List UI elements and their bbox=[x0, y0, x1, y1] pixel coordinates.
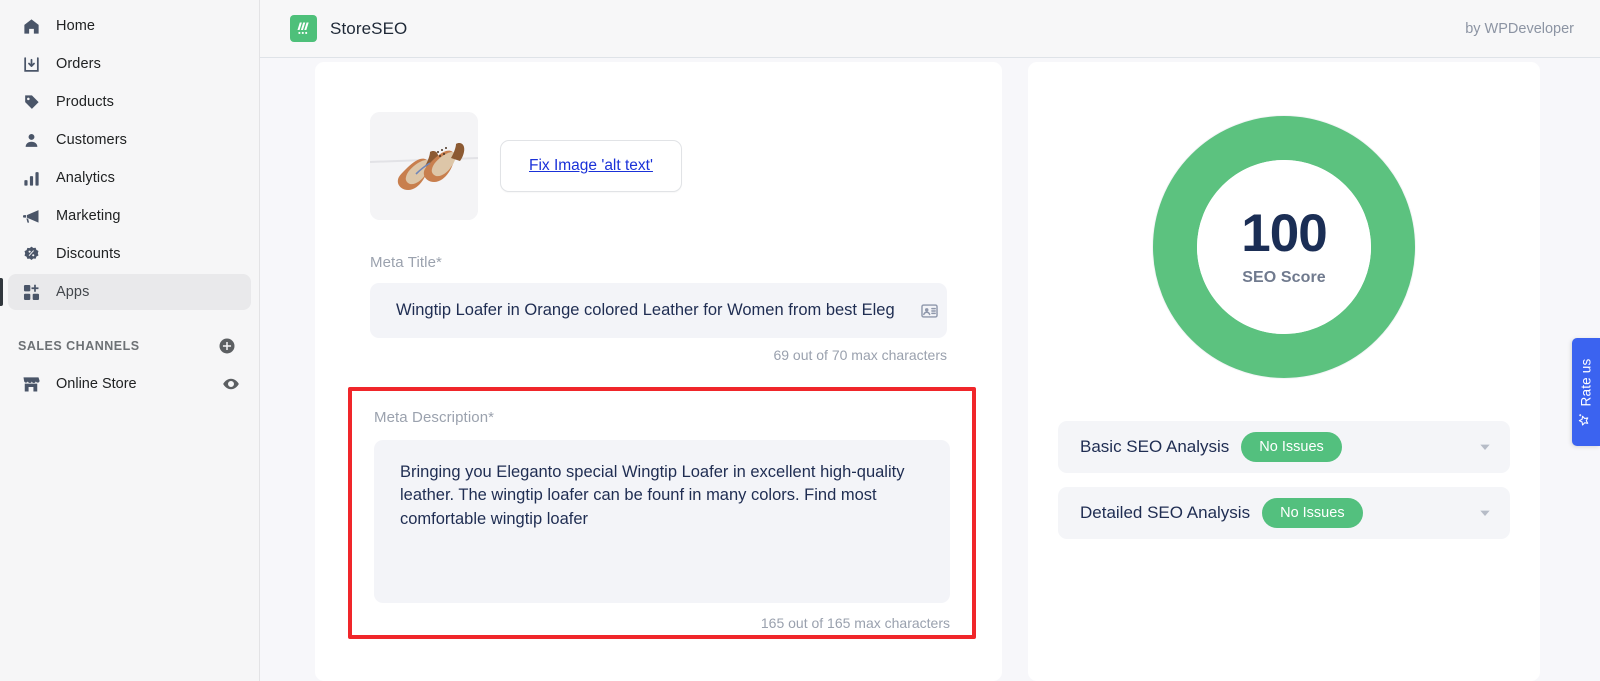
plus-circle-icon[interactable] bbox=[217, 336, 237, 356]
marketing-icon bbox=[18, 205, 44, 227]
products-icon bbox=[18, 91, 44, 113]
chevron-down-icon[interactable] bbox=[1476, 504, 1494, 522]
analysis-title: Basic SEO Analysis bbox=[1080, 437, 1230, 456]
sidebar-item-label: Orders bbox=[56, 56, 101, 72]
app-title: StoreSEO bbox=[330, 18, 408, 38]
meta-title-label: Meta Title* bbox=[370, 254, 442, 271]
content-area: Fix Image 'alt text' Meta Title* Wingtip… bbox=[260, 58, 1600, 681]
seo-score-card: 100 SEO Score Basic SEO Analysis No Issu… bbox=[1028, 62, 1540, 681]
basic-seo-analysis-row[interactable]: Basic SEO Analysis No Issues bbox=[1058, 421, 1510, 473]
analysis-title: Detailed SEO Analysis bbox=[1080, 503, 1251, 522]
meta-title-field-wrap: Wingtip Loafer in Orange colored Leather… bbox=[370, 283, 947, 338]
app-attribution: by WPDeveloper bbox=[1465, 20, 1574, 37]
analytics-icon bbox=[18, 167, 44, 189]
sales-channels-header: SALES CHANNELS bbox=[18, 336, 237, 356]
sidebar-item-label: Marketing bbox=[56, 208, 121, 224]
seo-score-center: 100 SEO Score bbox=[1197, 160, 1371, 334]
app-topbar: StoreSEO by WPDeveloper bbox=[260, 0, 1600, 58]
product-thumbnail bbox=[370, 112, 478, 220]
sidebar-item-label: Analytics bbox=[56, 170, 115, 186]
apps-icon bbox=[18, 281, 44, 303]
fix-alt-text-button[interactable]: Fix Image 'alt text' bbox=[500, 140, 682, 192]
discounts-icon bbox=[18, 243, 44, 265]
meta-title-input[interactable]: Wingtip Loafer in Orange colored Leather… bbox=[370, 283, 947, 338]
seo-score-label: SEO Score bbox=[1242, 269, 1326, 286]
meta-description-counter: 165 out of 165 max characters bbox=[760, 615, 950, 631]
orders-icon bbox=[18, 53, 44, 75]
meta-description-label: Meta Description* bbox=[374, 409, 495, 426]
seo-score-value: 100 bbox=[1241, 204, 1327, 263]
chevron-down-icon[interactable] bbox=[1476, 438, 1494, 456]
storeseo-logo-icon bbox=[290, 15, 317, 42]
meta-description-textarea[interactable]: Bringing you Eleganto special Wingtip Lo… bbox=[374, 440, 950, 603]
sidebar-item-label: Discounts bbox=[56, 246, 121, 262]
home-icon bbox=[18, 15, 44, 37]
sidebar-item-analytics[interactable]: Analytics bbox=[8, 160, 251, 196]
sidebar: Home Orders Products Customers Analytics bbox=[0, 0, 260, 681]
seo-analysis-list: Basic SEO Analysis No Issues Detailed SE… bbox=[1058, 421, 1510, 539]
meta-description-field-wrap: Bringing you Eleganto special Wingtip Lo… bbox=[374, 440, 950, 603]
rate-us-inner: Rate us bbox=[1578, 358, 1595, 426]
sidebar-item-online-store[interactable]: Online Store bbox=[8, 366, 251, 402]
sidebar-item-discounts[interactable]: Discounts bbox=[8, 236, 251, 272]
sidebar-item-label: Home bbox=[56, 18, 96, 34]
sales-channels-title: SALES CHANNELS bbox=[18, 339, 140, 353]
sidebar-item-products[interactable]: Products bbox=[8, 84, 251, 120]
seo-score-area: 100 SEO Score bbox=[1028, 62, 1540, 379]
product-image-row: Fix Image 'alt text' bbox=[315, 112, 1002, 220]
seo-edit-card: Fix Image 'alt text' Meta Title* Wingtip… bbox=[315, 62, 1002, 681]
sidebar-item-apps[interactable]: Apps bbox=[0, 274, 251, 310]
seo-score-ring: 100 SEO Score bbox=[1152, 115, 1416, 379]
detailed-seo-analysis-row[interactable]: Detailed SEO Analysis No Issues bbox=[1058, 487, 1510, 539]
status-badge: No Issues bbox=[1262, 498, 1363, 528]
sidebar-item-customers[interactable]: Customers bbox=[8, 122, 251, 158]
customers-icon bbox=[18, 129, 44, 151]
fix-alt-text-label: Fix Image 'alt text' bbox=[529, 157, 653, 174]
active-indicator bbox=[0, 278, 3, 306]
status-badge: No Issues bbox=[1241, 432, 1342, 462]
variable-insert-icon[interactable] bbox=[920, 301, 939, 320]
app-brand: StoreSEO bbox=[290, 15, 407, 42]
meta-description-highlight-box: Meta Description* Bringing you Eleganto … bbox=[348, 387, 976, 639]
sidebar-item-label: Online Store bbox=[56, 376, 137, 392]
sidebar-item-orders[interactable]: Orders bbox=[8, 46, 251, 82]
meta-title-counter: 69 out of 70 max characters bbox=[773, 347, 947, 363]
main-area: StoreSEO by WPDeveloper Fix Image 'alt t… bbox=[260, 0, 1600, 681]
sidebar-item-marketing[interactable]: Marketing bbox=[8, 198, 251, 234]
sidebar-item-label: Customers bbox=[56, 132, 127, 148]
sidebar-item-label: Products bbox=[56, 94, 115, 110]
store-icon bbox=[18, 373, 44, 395]
rate-us-tab[interactable]: Rate us bbox=[1572, 338, 1600, 446]
sidebar-item-home[interactable]: Home bbox=[8, 8, 251, 44]
eye-icon[interactable] bbox=[221, 374, 241, 394]
app-root: Home Orders Products Customers Analytics bbox=[0, 0, 1600, 681]
star-sparkle-icon bbox=[1578, 412, 1595, 426]
sidebar-item-label: Apps bbox=[56, 284, 90, 300]
rate-us-label: Rate us bbox=[1578, 358, 1594, 406]
